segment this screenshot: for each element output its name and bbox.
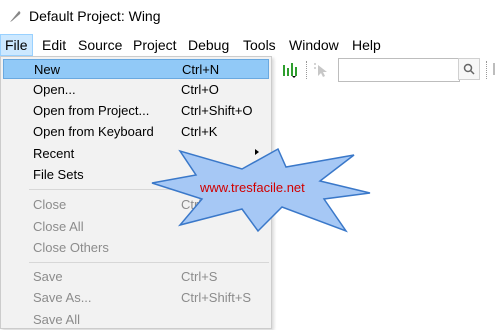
menu-item-label: New: [34, 62, 61, 77]
menu-debug[interactable]: Debug: [184, 34, 233, 56]
menu-item-open-from-keyboard[interactable]: Open from Keyboard Ctrl+K: [3, 122, 269, 142]
menu-help[interactable]: Help: [348, 34, 385, 56]
menu-item-label: Save: [33, 269, 63, 284]
search-button[interactable]: [458, 58, 480, 80]
menu-item-close-others[interactable]: Close Others: [3, 238, 269, 258]
menu-project[interactable]: Project: [129, 34, 181, 56]
menu-item-label: Recent: [33, 146, 75, 161]
menu-item-save-as[interactable]: Save As... Ctrl+Shift+S: [3, 288, 269, 308]
window-title: Default Project: Wing: [29, 8, 161, 24]
menu-item-shortcut: Ctrl+O: [181, 82, 219, 97]
search-input[interactable]: [338, 58, 460, 82]
menu-item-label: Open...: [33, 82, 76, 97]
menu-item-open[interactable]: Open... Ctrl+O: [3, 80, 269, 100]
next-icon[interactable]: [491, 61, 500, 77]
menu-item-save[interactable]: Save Ctrl+S: [3, 267, 269, 287]
menu-item-label: Open from Keyboard: [33, 124, 154, 139]
run-bars-icon[interactable]: [282, 62, 298, 78]
menu-item-shortcut: Ctrl+Shift+S: [181, 290, 252, 305]
toolbar-separator: [306, 61, 308, 79]
menu-item-shortcut: Ctrl+N: [182, 62, 220, 77]
menu-item-label: Save All: [33, 312, 80, 327]
menu-edit[interactable]: Edit: [38, 34, 70, 56]
menu-item-label: Open from Project...: [33, 103, 150, 118]
feather-icon: [10, 11, 21, 22]
menu-item-new[interactable]: New Ctrl+N: [3, 59, 269, 79]
menu-item-open-from-project[interactable]: Open from Project... Ctrl+Shift+O: [3, 101, 269, 121]
menu-separator: [29, 262, 269, 263]
menu-file[interactable]: File: [0, 34, 33, 56]
search-icon: [463, 63, 475, 75]
menu-item-shortcut: Ctrl+S: [181, 269, 218, 284]
cursor-icon[interactable]: [313, 62, 329, 78]
menu-item-label: File Sets: [33, 167, 84, 182]
watermark-text: www.tresfacile.net: [200, 180, 305, 195]
menu-item-label: Close Others: [33, 240, 109, 255]
menu-item-label: Close: [33, 197, 67, 212]
menu-window[interactable]: Window: [285, 34, 343, 56]
menu-source[interactable]: Source: [74, 34, 126, 56]
menu-item-label: Close All: [33, 219, 84, 234]
menu-item-shortcut: Ctrl+K: [181, 124, 218, 139]
title-bar: Default Project: Wing: [0, 0, 500, 34]
menu-bar: File Edit Source Project Debug Tools Win…: [0, 34, 500, 56]
toolbar: [268, 57, 500, 83]
toolbar-separator: [486, 61, 488, 79]
menu-item-label: Save As...: [33, 290, 92, 305]
menu-item-save-all[interactable]: Save All: [3, 310, 269, 330]
menu-tools[interactable]: Tools: [239, 34, 280, 56]
menu-item-shortcut: Ctrl+Shift+O: [181, 103, 253, 118]
